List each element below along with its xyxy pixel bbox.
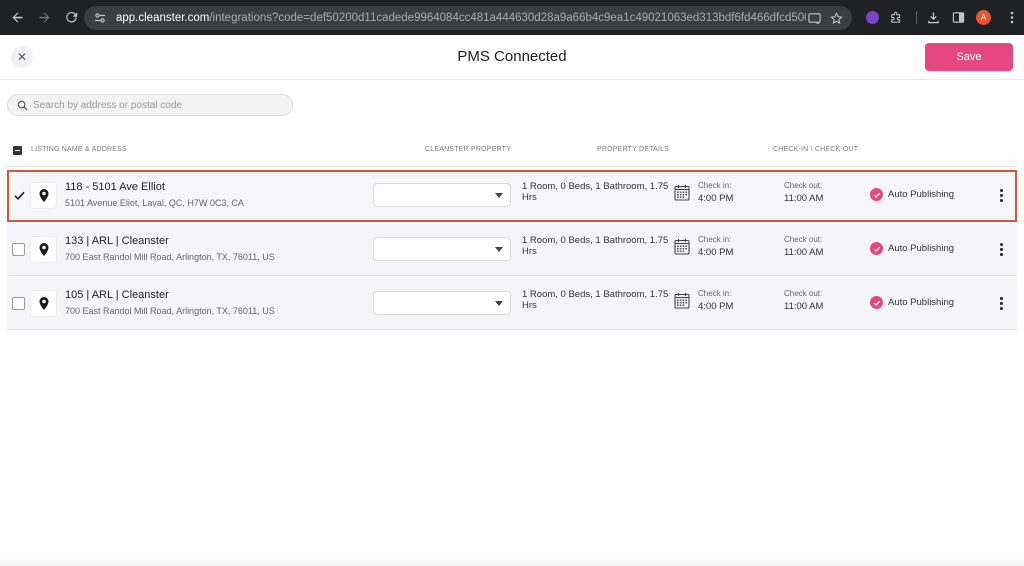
- cleanster-property-select[interactable]: [373, 183, 511, 207]
- checkin-time: 4:00 PM: [698, 193, 734, 204]
- auto-publishing-label: Auto Publishing: [888, 189, 955, 200]
- browser-menu-icon[interactable]: [1003, 9, 1020, 26]
- checkout-label: Check out:: [784, 235, 823, 244]
- check-circle-icon: [870, 242, 883, 255]
- chevron-down-icon: [495, 301, 503, 306]
- checkout-time: 11:00 AM: [784, 301, 824, 312]
- select-all-checkbox[interactable]: [13, 146, 22, 155]
- chevron-down-icon: [495, 247, 503, 252]
- back-arrow-icon[interactable]: [6, 7, 28, 29]
- calendar-icon: [674, 292, 690, 309]
- listing-name: 133 | ARL | Cleanster: [65, 235, 169, 247]
- reload-icon[interactable]: [60, 7, 82, 29]
- app-header: ✕ PMS Connected Save: [0, 35, 1024, 80]
- calendar-icon: [674, 238, 690, 255]
- toolbar-divider: [916, 11, 917, 24]
- site-info-icon[interactable]: [93, 11, 107, 25]
- search-bar[interactable]: [7, 94, 293, 116]
- check-circle-icon: [870, 188, 883, 201]
- url-host: app.cleanster.com: [116, 12, 210, 24]
- checkin-label: Check in:: [698, 289, 732, 298]
- page-bottom-edge: [0, 556, 1024, 566]
- page-title: PMS Connected: [457, 48, 567, 65]
- table-row[interactable]: 105 | ARL | Cleanster 700 East Randol Mi…: [7, 278, 1017, 330]
- checkout-time: 11:00 AM: [784, 193, 824, 204]
- checkout-label: Check out:: [784, 289, 823, 298]
- row-checkbox[interactable]: [13, 189, 26, 202]
- profile-avatar[interactable]: A: [976, 10, 991, 25]
- url-text: app.cleanster.com/integrations?code=def5…: [116, 12, 806, 24]
- forward-arrow-icon[interactable]: [33, 7, 55, 29]
- bookmark-star-icon[interactable]: [828, 10, 844, 26]
- location-pin-icon: [30, 236, 57, 263]
- auto-publishing-label: Auto Publishing: [888, 297, 955, 308]
- column-header-listing: LISTING NAME & ADDRESS: [31, 146, 127, 153]
- row-menu-icon[interactable]: [994, 185, 1008, 205]
- location-pin-icon: [30, 182, 57, 209]
- url-path: /integrations?code=def50200d11cadede9964…: [209, 12, 806, 24]
- checkout-time: 11:00 AM: [784, 247, 824, 258]
- cleanster-property-select[interactable]: [373, 291, 511, 315]
- row-menu-icon[interactable]: [994, 239, 1008, 259]
- checkin-time: 4:00 PM: [698, 247, 734, 258]
- auto-publishing-label: Auto Publishing: [888, 243, 955, 254]
- chevron-down-icon: [495, 193, 503, 198]
- cast-icon[interactable]: [806, 10, 822, 26]
- listing-name: 105 | ARL | Cleanster: [65, 289, 169, 301]
- extensions-puzzle-icon[interactable]: [887, 9, 904, 26]
- check-circle-icon: [870, 296, 883, 309]
- side-panel-icon[interactable]: [950, 9, 967, 26]
- row-checkbox[interactable]: [12, 243, 25, 256]
- location-pin-icon: [30, 290, 57, 317]
- table-row[interactable]: 133 | ARL | Cleanster 700 East Randol Mi…: [7, 224, 1017, 276]
- table-header: LISTING NAME & ADDRESS CLEANSTER PROPERT…: [7, 134, 1017, 167]
- property-details: 1 Room, 0 Beds, 1 Bathroom, 1.75 Hrs: [522, 289, 669, 311]
- table-row[interactable]: 118 - 5101 Ave Elliot 5101 Avenue Eliot,…: [7, 170, 1017, 222]
- property-details: 1 Room, 0 Beds, 1 Bathroom, 1.75 Hrs: [522, 235, 669, 257]
- property-details: 1 Room, 0 Beds, 1 Bathroom, 1.75 Hrs: [522, 181, 669, 203]
- row-menu-icon[interactable]: [994, 293, 1008, 313]
- listing-address: 700 East Randol Mill Road, Arlington, TX…: [65, 252, 275, 262]
- listing-name: 118 - 5101 Ave Elliot: [65, 181, 165, 193]
- column-header-cleanster-property: CLEANSTER PROPERTY: [425, 146, 511, 153]
- listing-address: 5101 Avenue Eliot, Laval, QC, H7W 0C3, C…: [65, 198, 244, 208]
- column-header-checkin-checkout: CHECK-IN \ CHECK-OUT: [773, 146, 859, 153]
- save-button[interactable]: Save: [925, 43, 1013, 71]
- checkout-label: Check out:: [784, 181, 823, 190]
- address-bar[interactable]: app.cleanster.com/integrations?code=def5…: [84, 6, 852, 30]
- download-icon[interactable]: [925, 9, 942, 26]
- column-header-property-details: PROPERTY DETAILS: [597, 146, 670, 153]
- search-icon: [16, 99, 28, 111]
- calendar-icon: [674, 184, 690, 201]
- row-checkbox[interactable]: [12, 297, 25, 310]
- checkmark-icon: [14, 191, 25, 200]
- checkin-label: Check in:: [698, 235, 732, 244]
- search-input[interactable]: [33, 99, 283, 111]
- extension-purple-icon[interactable]: [866, 11, 879, 24]
- listing-address: 700 East Randol Mill Road, Arlington, TX…: [65, 306, 275, 316]
- cleanster-property-select[interactable]: [373, 237, 511, 261]
- browser-toolbar: app.cleanster.com/integrations?code=def5…: [0, 0, 1024, 35]
- checkin-label: Check in:: [698, 181, 732, 190]
- checkin-time: 4:00 PM: [698, 301, 734, 312]
